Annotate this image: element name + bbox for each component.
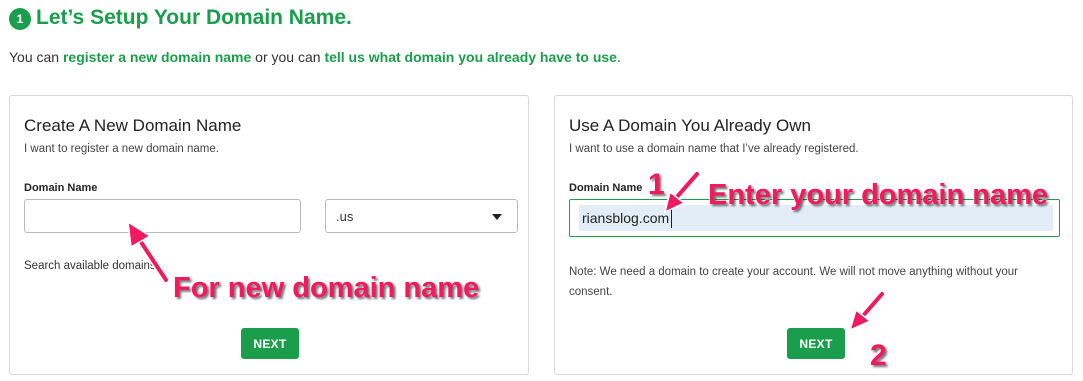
annotation-step-1: 1 — [647, 167, 665, 201]
tld-select[interactable]: .us — [325, 199, 518, 233]
existing-domain-link[interactable]: tell us what domain you already have to … — [324, 49, 617, 65]
annotation-enter-domain: Enter your domain name — [707, 178, 1049, 211]
chevron-down-icon — [492, 214, 502, 220]
text-cursor — [671, 208, 672, 228]
annotation-step-2: 2 — [869, 338, 887, 372]
existing-domain-value: riansblog.com — [582, 210, 670, 226]
register-new-domain-link[interactable]: register a new domain name — [63, 49, 251, 65]
existing-domain-field-label: Domain Name — [569, 182, 643, 194]
new-domain-field-label: Domain Name — [24, 182, 98, 194]
step-number-badge: 1 — [9, 8, 31, 30]
existing-domain-card-title: Use A Domain You Already Own — [569, 116, 811, 135]
annotation-new-domain: For new domain name — [172, 271, 480, 304]
intro-prefix: You can — [9, 49, 63, 65]
new-domain-card-title: Create A New Domain Name — [24, 116, 242, 135]
account-note: Note: We need a domain to create your ac… — [569, 266, 1018, 298]
search-available-domains-link[interactable]: Search available domains — [24, 260, 156, 272]
new-domain-input[interactable] — [24, 199, 301, 233]
existing-domain-card: Use A Domain You Already Own I want to u… — [554, 95, 1073, 375]
existing-domain-card-subtitle: I want to use a domain name that I’ve al… — [569, 143, 859, 155]
new-domain-next-button[interactable]: NEXT — [241, 328, 299, 359]
existing-domain-next-button[interactable]: NEXT — [787, 328, 845, 359]
page-title: Let’s Setup Your Domain Name. — [36, 6, 352, 29]
new-domain-card-subtitle: I want to register a new domain name. — [24, 143, 219, 155]
intro-suffix: . — [616, 49, 621, 65]
new-domain-card: Create A New Domain Name I want to regis… — [9, 95, 529, 375]
intro-middle: or you can — [251, 49, 325, 65]
intro-text: You can register a new domain name or yo… — [9, 49, 621, 65]
tld-selected-value: .us — [336, 209, 354, 224]
